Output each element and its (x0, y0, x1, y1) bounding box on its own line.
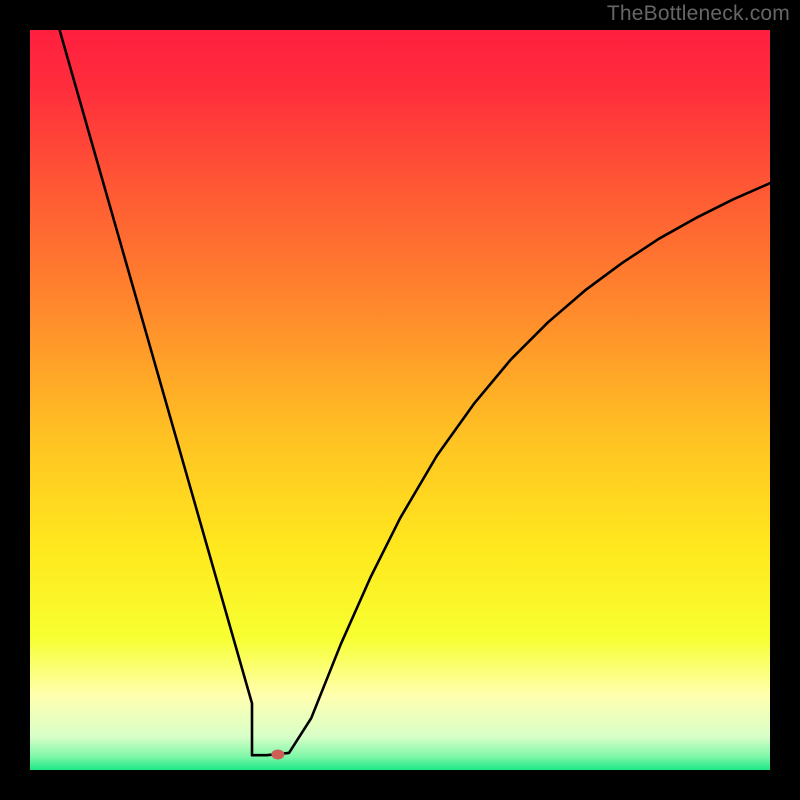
watermark-label: TheBottleneck.com (607, 2, 790, 26)
chart-gradient-background (30, 30, 770, 770)
optimal-point-marker (271, 749, 284, 759)
bottleneck-chart (0, 0, 800, 800)
chart-container: TheBottleneck.com (0, 0, 800, 800)
